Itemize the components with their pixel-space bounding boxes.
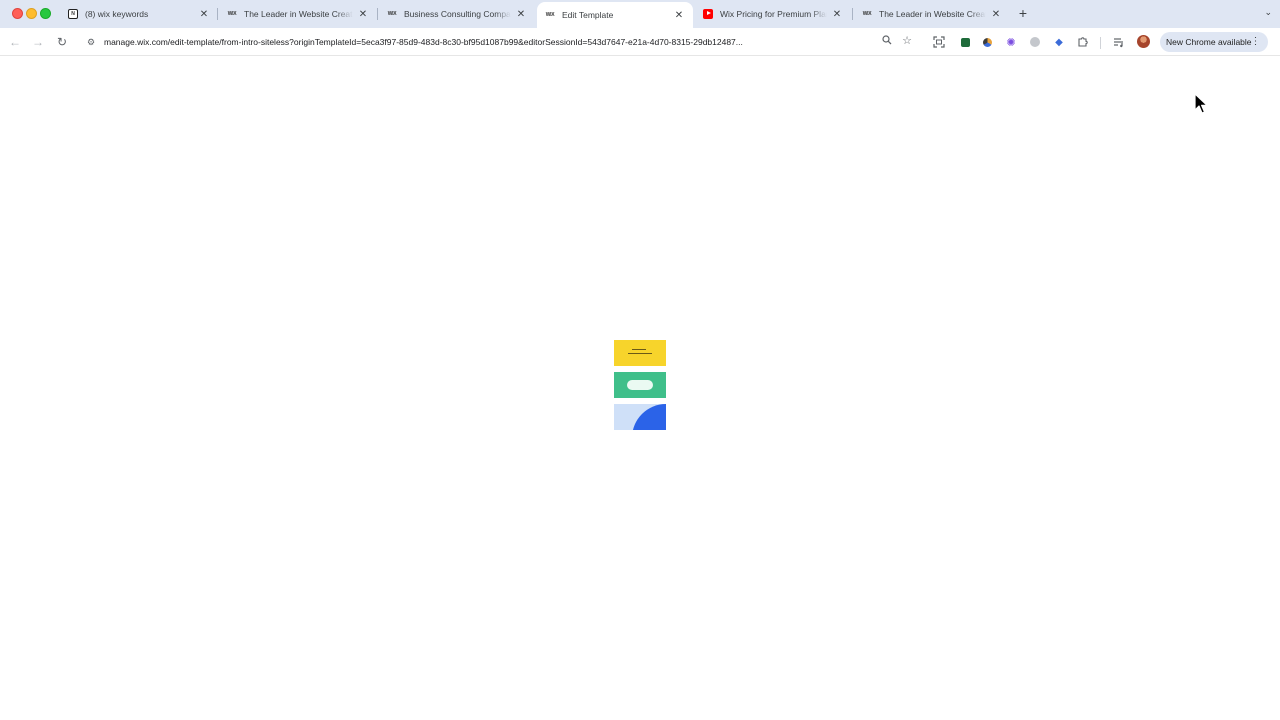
tab-title: The Leader in Website Creation	[244, 9, 353, 19]
tab-wix-leader-2[interactable]: WiX The Leader in Website Creation ✕	[854, 3, 1010, 25]
wix-icon: WiX	[227, 11, 237, 17]
extension-tag-icon[interactable]: ◆	[1052, 35, 1066, 49]
tab-close-icon[interactable]: ✕	[831, 9, 843, 20]
tab-title: (8) wix keywords	[85, 9, 149, 19]
extension-sparkle-icon[interactable]: ✺	[1004, 35, 1018, 49]
loader-text-line	[628, 353, 652, 354]
site-info-icon[interactable]: ⚙	[84, 37, 98, 48]
back-arrow-icon[interactable]: ←	[7, 34, 23, 50]
tab-close-icon[interactable]: ✕	[198, 9, 210, 20]
wix-icon: WiX	[862, 11, 872, 17]
bookmark-star-icon[interactable]: ☆	[902, 34, 912, 47]
loader-button-block	[614, 372, 666, 398]
loader-text-block	[614, 340, 666, 366]
tab-edit-template[interactable]: WiX Edit Template ✕	[537, 2, 693, 28]
extensions-puzzle-icon[interactable]	[1076, 35, 1090, 49]
forward-arrow-icon[interactable]: →	[30, 34, 46, 50]
wix-icon: WiX	[545, 12, 555, 18]
zoom-magnifier-icon[interactable]	[882, 35, 892, 47]
tab-title: The Leader in Website Creation	[879, 9, 986, 19]
tab-title: Edit Template	[562, 10, 614, 20]
tab-close-icon[interactable]: ✕	[357, 9, 369, 20]
tab-wix-keywords[interactable]: N (8) wix keywords ✕	[60, 3, 218, 25]
page-content	[0, 57, 1280, 720]
tab-title: Wix Pricing for Premium Plans	[720, 9, 827, 19]
youtube-icon	[703, 9, 713, 19]
address-bar[interactable]: ⚙ manage.wix.com/edit-template/from-intr…	[78, 31, 918, 53]
address-bar-url[interactable]: manage.wix.com/edit-template/from-intro-…	[104, 37, 866, 47]
tab-separator	[377, 8, 378, 20]
toolbar-separator	[1100, 37, 1101, 49]
update-chip-label: New Chrome available	[1166, 37, 1252, 47]
extension-multicolor-icon[interactable]	[980, 35, 994, 49]
extension-grey-icon[interactable]	[1028, 35, 1042, 49]
tab-wix-leader-1[interactable]: WiX The Leader in Website Creation ✕	[219, 3, 377, 25]
wix-icon: WiX	[387, 11, 397, 17]
more-menu-icon[interactable]: ⋮	[1251, 36, 1261, 48]
media-controls-icon[interactable]	[1112, 35, 1126, 49]
reload-icon[interactable]: ↻	[54, 34, 70, 50]
tab-separator	[217, 8, 218, 20]
browser-toolbar: ← → ↻ ⚙ manage.wix.com/edit-template/fro…	[0, 28, 1280, 56]
tab-strip: N (8) wix keywords ✕ WiX The Leader in W…	[0, 0, 1280, 28]
window-zoom-button[interactable]	[40, 8, 51, 19]
loader-text-line	[632, 349, 646, 350]
loader-shape-quarter	[632, 404, 666, 430]
tab-business-consulting[interactable]: WiX Business Consulting Company ✕	[379, 3, 535, 25]
tab-close-icon[interactable]: ✕	[990, 9, 1002, 20]
loader-button-pill	[627, 380, 653, 390]
tab-close-icon[interactable]: ✕	[673, 10, 685, 21]
wix-editor-loader	[614, 340, 666, 430]
loader-image-block	[614, 404, 666, 430]
tab-separator	[852, 8, 853, 20]
new-chrome-available-button[interactable]: New Chrome available ⋮	[1160, 32, 1268, 52]
new-tab-plus-icon[interactable]: +	[1016, 6, 1030, 20]
extension-green-icon[interactable]	[958, 35, 972, 49]
tab-close-icon[interactable]: ✕	[515, 9, 527, 20]
notion-icon: N	[68, 9, 78, 19]
screen-capture-icon[interactable]	[932, 35, 946, 49]
window-minimize-button[interactable]	[26, 8, 37, 19]
window-close-button[interactable]	[12, 8, 23, 19]
mouse-cursor-icon	[1194, 93, 1210, 115]
tab-wix-pricing[interactable]: Wix Pricing for Premium Plans ✕	[695, 3, 851, 25]
browser-window: N (8) wix keywords ✕ WiX The Leader in W…	[0, 0, 1280, 720]
tab-title: Business Consulting Company	[404, 9, 511, 19]
tab-search-chevron-icon[interactable]: ⌄	[1264, 7, 1272, 18]
profile-avatar[interactable]	[1137, 35, 1150, 48]
